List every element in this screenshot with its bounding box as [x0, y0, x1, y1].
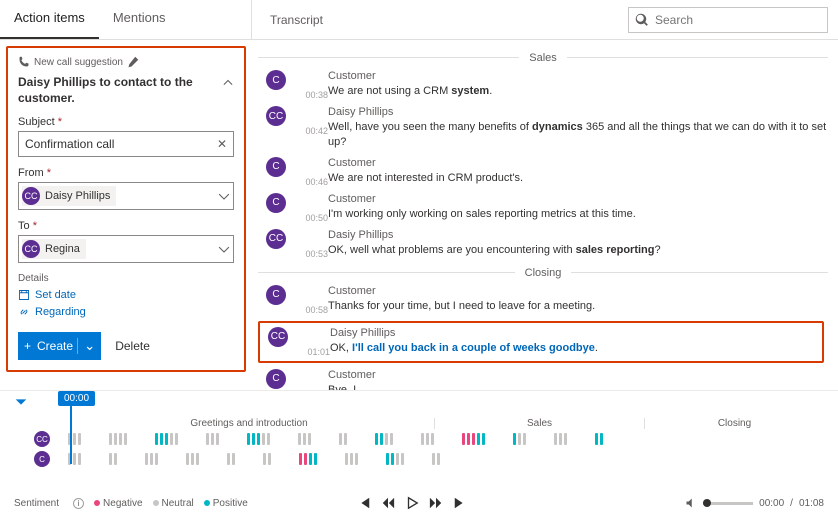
- phone-icon: [18, 56, 30, 68]
- timeline-row: C: [34, 449, 824, 469]
- skip-back-icon[interactable]: [357, 496, 371, 510]
- transcript-message[interactable]: C 01:05Customer Bye, I.: [258, 369, 828, 390]
- transcript-message[interactable]: C 00:38Customer We are not using a CRM sys…: [258, 70, 828, 100]
- play-icon[interactable]: [405, 496, 419, 510]
- set-date-link[interactable]: Set date: [18, 289, 234, 301]
- transcript-message[interactable]: C 00:50Customer I'm working only working o…: [258, 193, 828, 223]
- playhead-marker[interactable]: 00:00: [58, 391, 95, 464]
- chevron-down-icon: [14, 395, 28, 409]
- timestamp: 00:42: [294, 106, 328, 151]
- info-icon[interactable]: i: [73, 498, 84, 509]
- chevron-down-icon[interactable]: [218, 190, 230, 202]
- message-text: OK, I'll call you back in a couple of we…: [330, 341, 818, 356]
- time-current: 00:00: [759, 498, 784, 509]
- transcript-message[interactable]: C 00:46Customer We are not interested in C…: [258, 157, 828, 187]
- avatar: CC: [268, 327, 288, 347]
- speaker-name: Customer: [328, 70, 828, 82]
- volume-slider[interactable]: [703, 502, 753, 505]
- section-sales: Sales: [519, 52, 567, 64]
- task-title: Daisy Phillips to contact to the custome…: [18, 74, 222, 106]
- speaker-name: Customer: [328, 193, 828, 205]
- timestamp: 00:46: [294, 157, 328, 187]
- search-icon: [635, 13, 649, 27]
- speaker-name: Daisy Phillips: [328, 106, 828, 118]
- transcript-message[interactable]: CC 00:42Daisy Phillips Well, have you seen…: [258, 106, 828, 151]
- timeline-section-sales: Sales: [434, 418, 644, 429]
- speaker-name: Dasiy Phillips: [328, 229, 828, 241]
- from-label: From: [18, 167, 44, 179]
- rewind-icon[interactable]: [381, 496, 395, 510]
- player-controls: [357, 496, 467, 510]
- regarding-link[interactable]: Regarding: [18, 306, 234, 318]
- avatar: CC: [34, 431, 50, 447]
- timeline-row: CC: [34, 429, 824, 449]
- timeline-section-greetings: Greetings and introduction: [64, 418, 434, 429]
- tab-mentions[interactable]: Mentions: [99, 0, 180, 39]
- avatar: C: [266, 70, 286, 90]
- timestamp: 00:50: [294, 193, 328, 223]
- avatar: C: [266, 369, 286, 389]
- time-total: 01:08: [799, 498, 824, 509]
- pencil-icon[interactable]: [127, 56, 139, 68]
- speaker-name: Customer: [328, 157, 828, 169]
- tab-action-items[interactable]: Action items: [0, 0, 99, 39]
- timeline: 00:00 Greetings and introduction Sales C…: [0, 390, 838, 485]
- timestamp: 00:38: [294, 70, 328, 100]
- avatar: CC: [266, 106, 286, 126]
- message-text: Bye, I.: [328, 383, 828, 390]
- calendar-icon: [18, 289, 30, 301]
- message-text: OK, well what problems are you encounter…: [328, 243, 828, 258]
- transcript-heading: Transcript: [270, 13, 323, 27]
- timestamp: 00:53: [294, 229, 328, 259]
- action-item-card: New call suggestion Daisy Phillips to co…: [6, 46, 246, 372]
- timestamp: 01:01: [296, 327, 330, 357]
- volume-icon[interactable]: [685, 497, 697, 509]
- suggestion-label: New call suggestion: [34, 57, 123, 68]
- transcript-message[interactable]: CC 00:53Dasiy Phillips OK, well what probl…: [258, 229, 828, 259]
- message-text: I'm working only working on sales report…: [328, 207, 828, 222]
- message-text: Well, have you seen the many benefits of…: [328, 120, 828, 151]
- message-text: We are not using a CRM system.: [328, 84, 828, 99]
- subject-input[interactable]: Confirmation call ✕: [18, 131, 234, 157]
- delete-button[interactable]: Delete: [115, 339, 150, 353]
- timeline-section-closing: Closing: [644, 418, 824, 429]
- search-input-wrap[interactable]: [628, 7, 828, 33]
- link-icon: [18, 306, 30, 318]
- transcript-message[interactable]: CC 01:01Daisy Phillips OK, I'll call you b…: [258, 321, 824, 363]
- message-text: We are not interested in CRM product's.: [328, 171, 828, 186]
- from-input[interactable]: CCDaisy Phillips: [18, 182, 234, 210]
- skip-forward-icon[interactable]: [453, 496, 467, 510]
- speaker-name: Customer: [328, 285, 828, 297]
- message-text: Thanks for your time, but I need to leav…: [328, 299, 828, 314]
- transcript-panel: Sales C00:38CustomerWe are not using a C…: [252, 40, 838, 390]
- collapse-toggle[interactable]: [14, 395, 44, 412]
- tabs: Action items Mentions: [0, 0, 252, 39]
- details-label: Details: [18, 273, 234, 284]
- avatar: C: [266, 157, 286, 177]
- subject-label: Subject: [18, 116, 55, 128]
- section-closing: Closing: [515, 267, 572, 279]
- create-button[interactable]: + Create ⌄: [18, 332, 101, 360]
- speaker-name: Customer: [328, 369, 828, 381]
- clear-icon[interactable]: ✕: [217, 137, 227, 151]
- chevron-up-icon[interactable]: [222, 76, 234, 88]
- avatar: C: [266, 193, 286, 213]
- chevron-down-icon[interactable]: ⌄: [77, 338, 101, 354]
- to-input[interactable]: CCRegina: [18, 235, 234, 263]
- timestamp: 00:58: [294, 285, 328, 315]
- timestamp: 01:05: [294, 369, 328, 390]
- avatar: CC: [22, 240, 40, 258]
- search-input[interactable]: [649, 13, 827, 27]
- avatar: CC: [266, 229, 286, 249]
- plus-icon: +: [18, 339, 37, 353]
- speaker-name: Daisy Phillips: [330, 327, 818, 339]
- transcript-message[interactable]: C 00:58Customer Thanks for your time, but …: [258, 285, 828, 315]
- avatar: C: [34, 451, 50, 467]
- avatar: CC: [22, 187, 40, 205]
- to-label: To: [18, 220, 30, 232]
- avatar: C: [266, 285, 286, 305]
- forward-icon[interactable]: [429, 496, 443, 510]
- sentiment-legend: Sentimenti Negative Neutral Positive: [14, 498, 248, 509]
- chevron-down-icon[interactable]: [218, 243, 230, 255]
